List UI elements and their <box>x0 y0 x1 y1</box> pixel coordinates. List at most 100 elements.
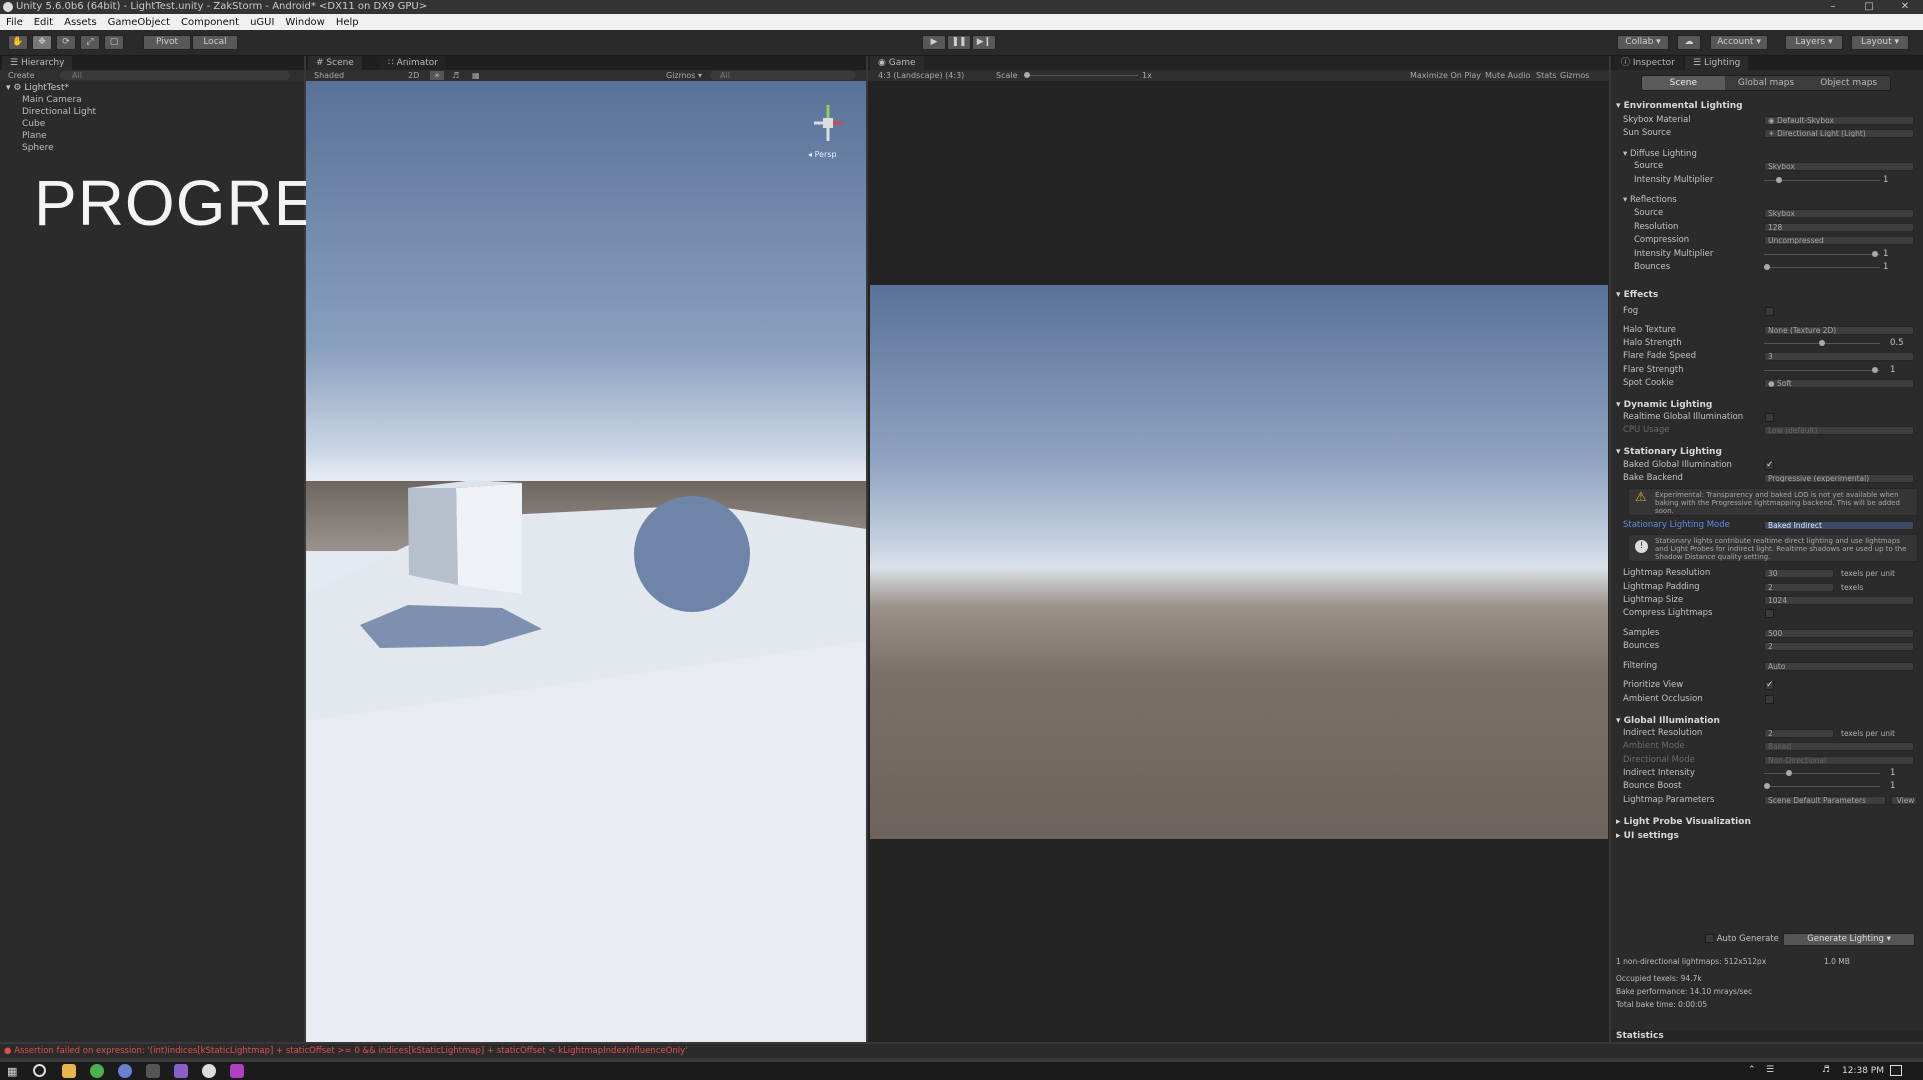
halo-strength-slider[interactable] <box>1764 340 1880 346</box>
gizmos-dropdown[interactable]: Gizmos ▾ <box>666 70 702 81</box>
diffuse-intensity-slider[interactable] <box>1764 177 1880 183</box>
ui-settings-foldout[interactable]: ▸ UI settings <box>1616 831 1679 841</box>
game-viewport[interactable] <box>870 285 1608 839</box>
account-button[interactable]: Account ▾ <box>1710 35 1768 50</box>
menu-gameobject[interactable]: GameObject <box>108 17 170 28</box>
menu-assets[interactable]: Assets <box>64 17 97 28</box>
compress-lightmaps-checkbox[interactable] <box>1765 609 1774 618</box>
visual-studio-icon[interactable] <box>174 1064 188 1078</box>
tab-game[interactable]: ◉ Game <box>870 56 924 70</box>
diffuse-header[interactable]: ▾ Diffuse Lighting <box>1623 149 1697 159</box>
scale-tool-icon[interactable]: ⤢ <box>80 35 100 50</box>
realtime-gi-checkbox[interactable] <box>1765 413 1774 422</box>
indirect-resolution-field[interactable]: 2 <box>1764 729 1834 738</box>
cloud-icon[interactable]: ☁ <box>1677 35 1701 50</box>
flare-strength-value[interactable]: 1 <box>1890 365 1895 376</box>
windows-start-icon[interactable]: ▦ <box>7 1065 17 1078</box>
spot-cookie-field[interactable]: ● Soft <box>1764 379 1914 388</box>
tab-lighting[interactable]: ☰ Lighting <box>1685 56 1749 70</box>
lighting-tab-global-maps[interactable]: Global maps <box>1724 76 1808 90</box>
tray-chevron-icon[interactable]: ⌃ <box>1748 1065 1756 1075</box>
stationary-mode-dropdown[interactable]: Baked Indirect <box>1764 521 1914 530</box>
indirect-intensity-value[interactable]: 1 <box>1890 768 1895 779</box>
search-field[interactable]: All <box>60 71 290 80</box>
bounce-boost-value[interactable]: 1 <box>1890 781 1895 792</box>
volume-icon[interactable]: ♬ <box>1822 1065 1830 1075</box>
hierarchy-item-directional-light[interactable]: Directional Light <box>22 107 96 117</box>
effects-toggle-icon[interactable]: ▦ <box>472 70 480 81</box>
mute-audio-button[interactable]: Mute Audio <box>1485 70 1530 81</box>
collab-button[interactable]: Collab ▾ <box>1617 35 1669 50</box>
samples-field[interactable]: 500 <box>1764 629 1914 638</box>
dynamic-header[interactable]: ▾ Dynamic Lighting <box>1616 400 1712 410</box>
menu-edit[interactable]: Edit <box>34 17 53 28</box>
layout-button[interactable]: Layout ▾ <box>1851 35 1909 50</box>
scene-root[interactable]: ▾ ⚙ LightTest* <box>6 83 69 93</box>
halo-texture-field[interactable]: None (Texture 2D) <box>1764 326 1914 335</box>
game-gizmos-button[interactable]: Gizmos <box>1560 70 1589 81</box>
bounces-dropdown[interactable]: 2 <box>1764 642 1914 651</box>
ref-bounces-value[interactable]: 1 <box>1883 262 1888 273</box>
maximize-icon[interactable]: □ <box>1851 0 1887 14</box>
ref-intensity-value[interactable]: 1 <box>1883 249 1888 260</box>
scene-search-field[interactable]: All <box>710 71 856 80</box>
rect-tool-icon[interactable]: ▢ <box>104 35 124 50</box>
menu-window[interactable]: Window <box>285 17 324 28</box>
reflections-header[interactable]: ▾ Reflections <box>1623 195 1677 205</box>
stationary-header[interactable]: ▾ Stationary Lighting <box>1616 447 1722 457</box>
light-probe-foldout[interactable]: ▸ Light Probe Visualization <box>1616 817 1751 827</box>
create-dropdown[interactable]: Create <box>8 71 35 80</box>
mode-2d-button[interactable]: 2D <box>408 70 419 81</box>
pause-icon[interactable]: ❚❚ <box>947 35 971 50</box>
minimize-icon[interactable]: – <box>1815 0 1851 14</box>
ref-source-dropdown[interactable]: Skybox <box>1764 209 1914 218</box>
shading-dropdown[interactable]: Shaded <box>314 70 344 81</box>
cortana-icon[interactable] <box>33 1064 46 1077</box>
close-icon[interactable]: ✕ <box>1887 0 1923 14</box>
scale-slider[interactable] <box>1024 72 1138 78</box>
lightmap-padding-field[interactable]: 2 <box>1764 583 1834 592</box>
tab-animator[interactable]: ∷ Animator <box>380 56 446 70</box>
lighting-tab-scene[interactable]: Scene <box>1642 76 1725 90</box>
lightmap-parameters-dropdown[interactable]: Scene Default Parameters <box>1764 796 1886 805</box>
prioritize-view-checkbox[interactable]: ✓ <box>1765 681 1774 690</box>
app-icon-2[interactable] <box>230 1064 244 1078</box>
hierarchy-item-sphere[interactable]: Sphere <box>22 143 54 153</box>
hierarchy-item-plane[interactable]: Plane <box>22 131 47 141</box>
bake-backend-dropdown[interactable]: Progressive (experimental) <box>1764 474 1914 483</box>
menu-file[interactable]: File <box>6 17 23 28</box>
move-tool-icon[interactable]: ✥ <box>32 35 52 50</box>
console-status-bar[interactable]: ● Assertion failed on expression: '(int)… <box>0 1044 1923 1058</box>
gi-header[interactable]: ▾ Global Illumination <box>1616 716 1720 726</box>
directional-mode-dropdown[interactable]: Non-Directional <box>1764 756 1914 765</box>
scene-viewport[interactable]: ◂ Persp <box>306 81 866 1042</box>
ambient-occlusion-checkbox[interactable] <box>1765 695 1774 704</box>
diffuse-intensity-value[interactable]: 1 <box>1883 175 1888 186</box>
menu-ugui[interactable]: uGUI <box>250 17 274 28</box>
ref-bounces-slider[interactable] <box>1764 264 1880 270</box>
taskbar-clock[interactable]: 12:38 PM <box>1842 1066 1884 1076</box>
step-icon[interactable]: ▶❙ <box>972 35 996 50</box>
cpu-usage-dropdown[interactable]: Low (default) <box>1764 426 1914 435</box>
baked-gi-checkbox[interactable]: ✓ <box>1765 461 1774 470</box>
lightmap-size-dropdown[interactable]: 1024 <box>1764 596 1914 605</box>
fog-checkbox[interactable] <box>1765 307 1774 316</box>
persp-label[interactable]: ◂ Persp <box>808 150 837 159</box>
diffuse-source-dropdown[interactable]: Skybox <box>1764 162 1914 171</box>
effects-header[interactable]: ▾ Effects <box>1616 290 1658 300</box>
ref-resolution-dropdown[interactable]: 128 <box>1764 223 1914 232</box>
chrome-icon[interactable] <box>90 1064 104 1078</box>
tab-inspector[interactable]: ⓘ Inspector <box>1613 56 1683 70</box>
lighting-tab-object-maps[interactable]: Object maps <box>1807 76 1890 90</box>
tab-scene[interactable]: # Scene <box>308 56 362 70</box>
lighting-toggle-icon[interactable]: ☀ <box>430 71 444 80</box>
ref-intensity-slider[interactable] <box>1764 251 1880 257</box>
flare-strength-slider[interactable] <box>1764 367 1880 373</box>
bounce-boost-slider[interactable] <box>1764 783 1880 789</box>
tab-hierarchy[interactable]: ☰ Hierarchy <box>2 56 73 70</box>
ref-compression-dropdown[interactable]: Uncompressed <box>1764 236 1914 245</box>
environment-header[interactable]: ▾ Environmental Lighting <box>1616 101 1743 111</box>
statistics-header[interactable]: Statistics <box>1611 1030 1923 1042</box>
indirect-intensity-slider[interactable] <box>1764 770 1880 776</box>
lightmap-parameters-view-button[interactable]: View <box>1891 796 1917 805</box>
